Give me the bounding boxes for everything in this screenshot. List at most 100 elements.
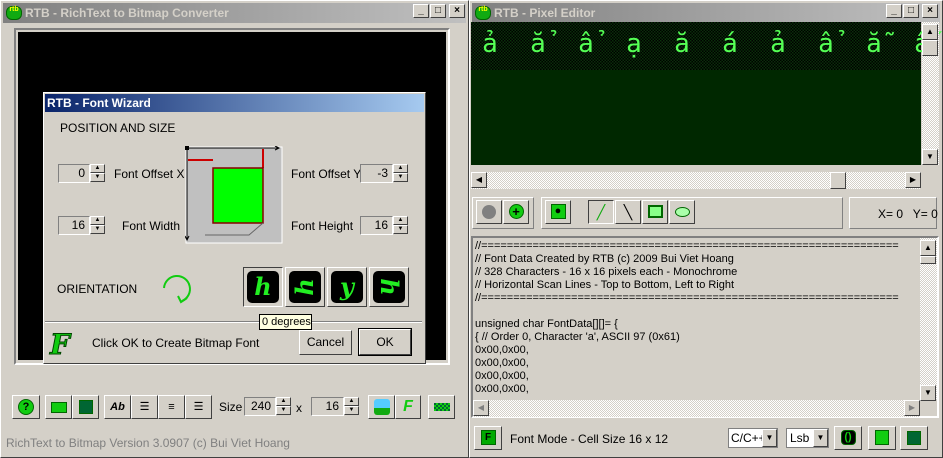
floppy-icon (907, 431, 921, 445)
font-wizard-button[interactable]: F (395, 395, 421, 419)
code-scroll-down[interactable]: ▼ (920, 385, 936, 401)
width-spinner[interactable]: ▲ ▼ (276, 397, 291, 416)
pixel-glyph: ẳ (530, 29, 546, 59)
orientation-180-button[interactable]: y (327, 267, 367, 307)
pixel-editor-title-bar[interactable]: rtb RTB - Pixel Editor (472, 3, 940, 23)
open-button[interactable] (45, 395, 72, 419)
font-style-button[interactable]: Ab (104, 395, 131, 419)
gray-circle-icon (482, 205, 496, 219)
copy-icon (875, 430, 889, 445)
pencil-tool-button[interactable]: ╱ (588, 200, 614, 224)
pixel-glyph: ẵ (866, 29, 882, 59)
cursor-coords: X= 0 Y= 0 (878, 207, 938, 221)
code-line: 0x00,0x00, (475, 383, 529, 395)
position-diagram (185, 146, 283, 244)
save-button[interactable] (72, 395, 99, 419)
width-field[interactable]: 240 (244, 397, 276, 416)
font-offset-y-field[interactable]: -3 (360, 164, 393, 183)
font-height-spinner[interactable]: ▲ ▼ (393, 216, 408, 235)
circle-tool-button[interactable] (476, 200, 502, 224)
cancel-button[interactable]: Cancel (299, 330, 352, 355)
size-label: Size (219, 400, 243, 414)
minimize-button[interactable]: _ (886, 4, 902, 18)
font-mode-button[interactable]: F (474, 426, 502, 450)
code-hscrollbar[interactable] (473, 400, 920, 417)
font-offset-x-field[interactable]: 0 (58, 164, 90, 183)
ellipse-tool-button[interactable] (669, 200, 695, 224)
scroll-thumb[interactable] (922, 40, 938, 56)
scroll-down-button[interactable]: ▼ (922, 149, 938, 165)
ellipse-icon (674, 207, 690, 217)
ok-button[interactable]: OK (358, 328, 412, 356)
code-line: // Font Data Created by RTB (c) 2009 Bui… (475, 253, 734, 265)
font-offset-x-spinner[interactable]: ▲ ▼ (90, 164, 105, 183)
bit-order-select[interactable]: Lsb ▼ (786, 428, 829, 448)
font-width-spinner[interactable]: ▲ ▼ (90, 216, 105, 235)
person-icon: ● (550, 204, 566, 219)
minimize-button[interactable]: _ (413, 4, 429, 18)
code-scroll-left[interactable]: ◀ (473, 400, 489, 416)
scroll-left-button[interactable]: ◀ (471, 172, 487, 188)
glyph: h (289, 271, 321, 303)
image-button[interactable] (368, 395, 395, 419)
help-button[interactable]: ? (12, 395, 40, 419)
scroll-up-button[interactable]: ▲ (922, 24, 938, 40)
align-left-button[interactable]: ☰ (131, 395, 158, 419)
copy-button[interactable] (868, 426, 896, 450)
wizard-divider (45, 321, 422, 323)
chevron-down-icon: ▼ (813, 429, 828, 447)
save-code-button[interactable] (900, 426, 928, 450)
close-button[interactable]: × (922, 4, 938, 18)
maximize-button[interactable]: □ (430, 4, 446, 18)
converter-title-bar[interactable]: rtb RTB - RichText to Bitmap Converter (3, 3, 466, 23)
app-icon: rtb (6, 6, 22, 20)
maximize-button[interactable]: □ (903, 4, 919, 18)
language-select[interactable]: C/C++ ▼ (728, 428, 778, 448)
refresh-button[interactable]: () (834, 426, 862, 450)
pixel-glyph: ẩ (578, 29, 594, 59)
rotate-icon (163, 275, 191, 304)
help-icon: ? (18, 399, 34, 415)
orientation-0-button[interactable]: h (243, 267, 283, 307)
wizard-hint: Click OK to Create Bitmap Font (92, 336, 260, 350)
language-value: C/C++ (731, 431, 766, 445)
line-tool-button[interactable]: ╲ (615, 200, 641, 224)
font-height-field[interactable]: 16 (360, 216, 393, 235)
code-line: //======================================… (475, 240, 899, 252)
window-title: RTB - Pixel Editor (494, 6, 596, 20)
pixel-glyph: ả (482, 29, 498, 59)
font-width-field[interactable]: 16 (58, 216, 90, 235)
editor-status: Font Mode - Cell Size 16 x 12 (510, 432, 669, 446)
code-text: //======================================… (475, 240, 899, 396)
rect-tool-button[interactable] (642, 200, 668, 224)
close-button[interactable]: × (449, 4, 465, 18)
align-right-button[interactable]: ☰ (185, 395, 212, 419)
code-line: 0x00,0x00, (475, 370, 529, 382)
height-spinner[interactable]: ▲ ▼ (344, 397, 359, 416)
wizard-title-bar[interactable]: RTB - Font Wizard (45, 94, 424, 112)
orientation-label: ORIENTATION (57, 282, 138, 296)
font-offset-y-spinner[interactable]: ▲ ▼ (393, 164, 408, 183)
code-scroll-up[interactable]: ▲ (920, 240, 936, 256)
hscroll-thumb[interactable] (830, 172, 846, 189)
pencil-icon: ╱ (596, 204, 606, 220)
height-field[interactable]: 16 (311, 397, 344, 416)
pixel-hscrollbar[interactable] (471, 172, 921, 189)
folder-icon (50, 402, 67, 413)
orientation-90-button[interactable]: h (285, 267, 325, 307)
code-scroll-thumb[interactable] (920, 256, 936, 264)
pixel-editor-button[interactable] (428, 395, 455, 419)
plus-icon: + (508, 204, 524, 219)
image-icon (373, 399, 390, 415)
code-scroll-right[interactable]: ▶ (904, 400, 920, 416)
person-button[interactable]: ● (545, 200, 571, 224)
orientation-270-button[interactable]: h (369, 267, 409, 307)
add-button[interactable]: + (503, 200, 529, 224)
window-title: RTB - RichText to Bitmap Converter (25, 6, 229, 20)
font-style-icon: Ab (110, 401, 125, 413)
scroll-right-button[interactable]: ▶ (905, 172, 921, 188)
floppy-icon (78, 400, 93, 414)
rectangle-icon (647, 205, 663, 218)
align-center-button[interactable]: ≡ (158, 395, 185, 419)
